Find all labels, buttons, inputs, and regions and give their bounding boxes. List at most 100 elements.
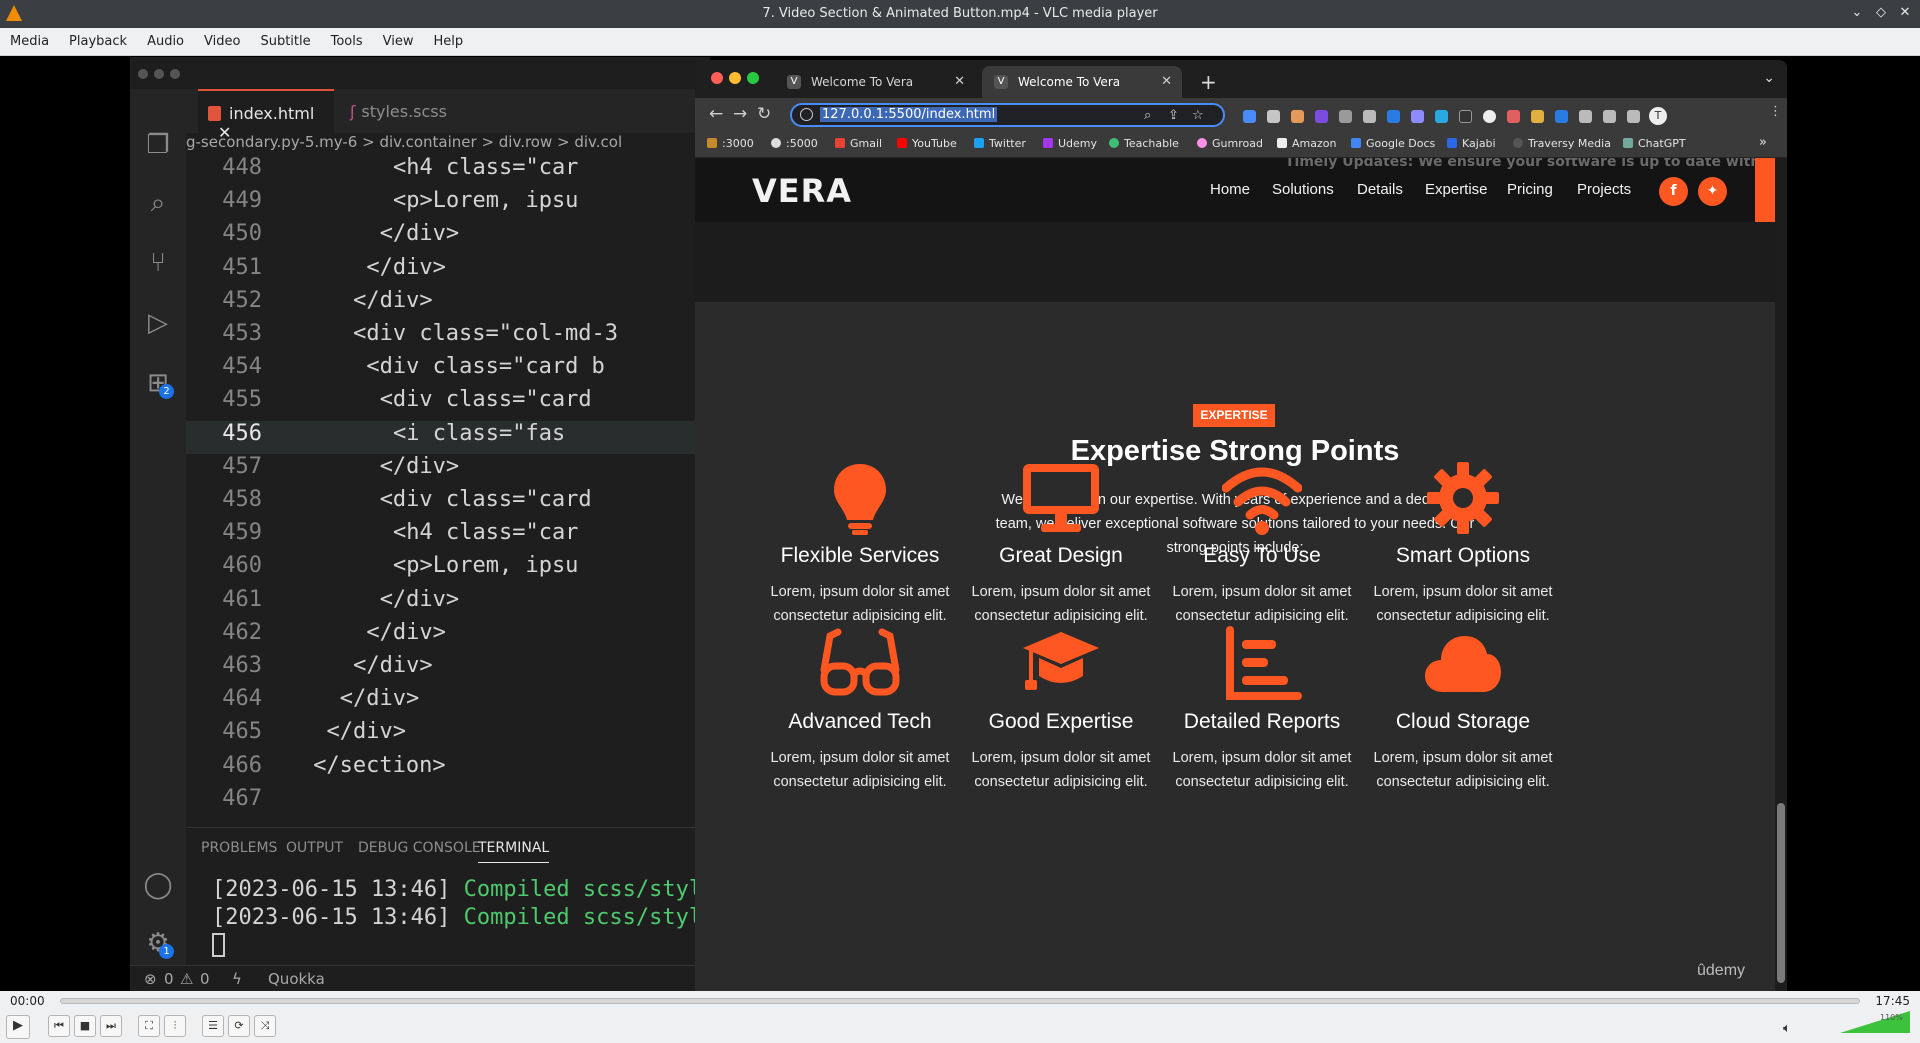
browser-tab[interactable]: V Welcome To Vera ✕ [775, 66, 975, 98]
bookmark[interactable]: :3000 [707, 137, 754, 150]
bookmark[interactable]: YouTube [897, 137, 957, 150]
minimize-icon[interactable]: ⌄ [1848, 4, 1866, 22]
menu-media[interactable]: Media [0, 28, 59, 56]
reload-icon[interactable]: ↻ [757, 104, 771, 124]
playlist-button[interactable]: ☰ [202, 1015, 224, 1037]
code-line[interactable]: 448 <h4 class="car [186, 155, 710, 188]
menu-subtitle[interactable]: Subtitle [250, 28, 320, 56]
facebook-icon[interactable]: f [1659, 177, 1688, 206]
twitter-icon[interactable]: ✦ [1698, 177, 1727, 206]
extension-icon[interactable] [1243, 110, 1256, 123]
extension-icon[interactable] [1315, 110, 1328, 123]
extension-icon[interactable] [1435, 110, 1448, 123]
close-dot[interactable] [711, 72, 723, 84]
code-editor[interactable]: 448 <h4 class="car 449 <p>Lorem, ipsu 450 </d… [186, 155, 710, 885]
code-line[interactable]: 453 <div class="col-md-3 [186, 321, 710, 354]
tab-styles-scss[interactable]: ʃ styles.scss [336, 89, 472, 133]
new-tab-icon[interactable]: + [1200, 70, 1217, 94]
account-icon[interactable]: ◯ [140, 867, 176, 903]
errors-icon[interactable]: ⊗ [144, 970, 157, 988]
extended-settings-button[interactable]: ⫶ [164, 1015, 186, 1037]
code-line[interactable]: 457 </div> [186, 454, 710, 487]
extension-icon[interactable] [1459, 110, 1472, 123]
page-scroll-thumb[interactable] [1777, 803, 1785, 983]
browser-tab-active[interactable]: V Welcome To Vera ✕ [982, 66, 1182, 98]
side-panel-icon[interactable] [1627, 110, 1640, 123]
tab-index-html[interactable]: index.html ✕ [198, 89, 334, 142]
tab-problems[interactable]: PROBLEMS [201, 840, 277, 856]
more-menu-icon[interactable]: ⋮ [1769, 104, 1782, 119]
bookmark[interactable]: :5000 [771, 137, 818, 150]
code-line[interactable]: 454 <div class="card b [186, 354, 710, 387]
nav-pricing[interactable]: Pricing [1507, 181, 1553, 198]
seek-bar[interactable] [60, 998, 1860, 1004]
bookmark[interactable]: Kajabi [1447, 137, 1496, 150]
code-line[interactable]: 465 </div> [186, 719, 710, 752]
site-logo[interactable]: VERA [752, 172, 852, 210]
loop-button[interactable]: ⟳ [228, 1015, 250, 1037]
back-icon[interactable]: ← [709, 104, 723, 124]
search-icon[interactable]: ⌕ [140, 185, 176, 221]
run-debug-icon[interactable]: ▷ [140, 305, 176, 341]
extension-icon[interactable] [1507, 110, 1520, 123]
share-icon[interactable]: ⇪ [1168, 108, 1179, 123]
bookmark[interactable]: Amazon [1277, 137, 1336, 150]
warnings-count[interactable]: 0 [200, 970, 210, 988]
extension-icon[interactable] [1555, 110, 1568, 123]
menu-audio[interactable]: Audio [137, 28, 194, 56]
bookmarks-overflow-icon[interactable]: » [1759, 135, 1767, 150]
extension-icon[interactable] [1411, 110, 1424, 123]
bookmark[interactable]: Twitter [974, 137, 1026, 150]
code-line[interactable]: 462 </div> [186, 620, 710, 653]
bookmark[interactable]: Udemy [1043, 137, 1097, 150]
web-page[interactable]: Timely Updates: We ensure your software … [695, 158, 1787, 991]
bookmark[interactable]: Gumroad [1197, 137, 1263, 150]
close-icon[interactable]: ✕ [1896, 4, 1914, 22]
menu-video[interactable]: Video [194, 28, 250, 56]
extension-icon[interactable] [1483, 110, 1496, 123]
terminal-panel[interactable]: [2023-06-15 13:46] Compiled scss/style [… [186, 863, 715, 957]
nav-projects[interactable]: Projects [1577, 181, 1631, 198]
breadcrumb[interactable]: g-secondary.py-5.my-6 > div.container > … [186, 133, 710, 155]
tab-terminal[interactable]: TERMINAL [478, 840, 550, 863]
code-line[interactable]: 450 </div> [186, 221, 710, 254]
url-text[interactable]: 127.0.0.1:5500/index.html [820, 107, 998, 122]
download-icon[interactable] [1603, 110, 1616, 123]
source-control-icon[interactable]: ⑂ [140, 245, 176, 281]
bookmark-star-icon[interactable]: ☆ [1192, 108, 1204, 123]
site-info-icon[interactable] [800, 108, 813, 121]
nav-expertise[interactable]: Expertise [1425, 181, 1488, 198]
extension-icon[interactable] [1387, 110, 1400, 123]
code-line[interactable]: 467 [186, 786, 710, 819]
code-line[interactable]: 458 <div class="card [186, 487, 710, 520]
shuffle-button[interactable]: ⤨ [254, 1015, 276, 1037]
quokka-status[interactable]: Quokka [268, 970, 325, 988]
minimize-dot[interactable] [729, 72, 741, 84]
bookmark[interactable]: Gmail [835, 137, 882, 150]
extension-icon[interactable] [1363, 110, 1376, 123]
tab-close-icon[interactable]: ✕ [954, 74, 965, 89]
nav-solutions[interactable]: Solutions [1272, 181, 1334, 198]
extension-icon[interactable] [1531, 110, 1544, 123]
nav-home[interactable]: Home [1210, 181, 1250, 198]
video-frame[interactable]: ❐ ⌕ ⑂ ▷ ⊞ 2 ◯ ⚙ 1 index.html ✕ ʃ styles.scs… [0, 57, 1920, 991]
code-line[interactable]: 463 </div> [186, 653, 710, 686]
code-line[interactable]: 456 <i class="fas [186, 420, 710, 454]
code-line[interactable]: 449 <p>Lorem, ipsu [186, 188, 710, 221]
profile-avatar[interactable]: T [1649, 107, 1667, 125]
code-line[interactable]: 466 </section> [186, 753, 710, 786]
code-line[interactable]: 455 <div class="card [186, 387, 710, 420]
menu-view[interactable]: View [373, 28, 424, 56]
tab-search-icon[interactable]: ⌄ [1763, 70, 1775, 86]
menu-tools[interactable]: Tools [321, 28, 373, 56]
play-button[interactable]: ▶ [6, 1015, 30, 1039]
code-line[interactable]: 459 <h4 class="car [186, 520, 710, 553]
bookmark[interactable]: Teachable [1109, 137, 1179, 150]
explorer-icon[interactable]: ❐ [140, 127, 176, 163]
bookmark[interactable]: ChatGPT [1623, 137, 1686, 150]
extensions-puzzle-icon[interactable] [1579, 110, 1592, 123]
tab-debug-console[interactable]: DEBUG CONSOLE [358, 840, 481, 856]
extension-icon[interactable] [1267, 110, 1280, 123]
previous-button[interactable]: ⏮ [48, 1015, 70, 1037]
address-bar[interactable]: 127.0.0.1:5500/index.html ⌕ ⇪ ☆ [790, 103, 1225, 127]
